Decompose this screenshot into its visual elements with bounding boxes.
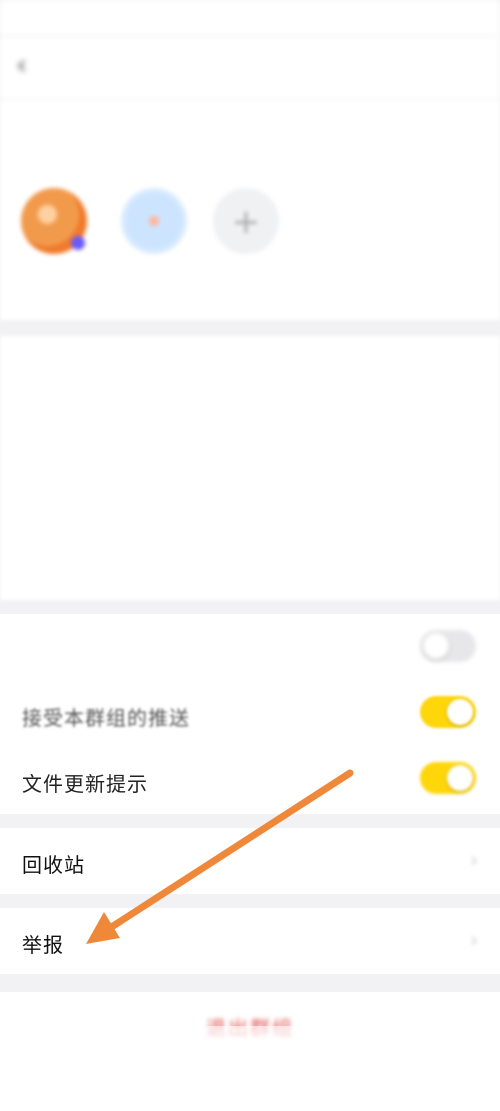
report-label: 举报 xyxy=(22,933,64,957)
member-badge-icon xyxy=(71,236,85,250)
bottom-fade xyxy=(0,1026,500,1111)
info-row[interactable] xyxy=(0,534,500,600)
push-notification-label: 接受本群组的推送 xyxy=(22,706,190,730)
status-bar xyxy=(0,0,500,36)
toggle-knob xyxy=(447,765,473,791)
chevron-right-icon: › xyxy=(470,848,478,872)
setting-toggle-1[interactable] xyxy=(420,630,476,662)
file-update-row: 文件更新提示 xyxy=(0,746,500,812)
avatar xyxy=(21,188,87,254)
toggle-knob xyxy=(423,633,449,659)
add-member-avatar: + xyxy=(213,188,279,254)
recycle-bin-label: 回收站 xyxy=(22,853,85,877)
push-notification-toggle[interactable] xyxy=(420,696,476,728)
settings-section: 接受本群组的推送 文件更新提示 xyxy=(0,614,500,814)
recycle-bin-item[interactable]: 回收站 › xyxy=(0,828,500,894)
back-icon[interactable]: ‹ xyxy=(16,48,27,81)
info-row[interactable] xyxy=(0,336,500,402)
member-avatar-1[interactable] xyxy=(12,188,96,266)
avatar xyxy=(121,188,187,254)
push-notification-row: 接受本群组的推送 xyxy=(0,680,500,746)
group-info-section xyxy=(0,336,500,600)
top-nav: ‹ xyxy=(0,36,500,100)
info-row[interactable] xyxy=(0,468,500,534)
member-avatar-2[interactable] xyxy=(112,188,196,266)
toggle-knob xyxy=(447,699,473,725)
info-row[interactable] xyxy=(0,402,500,468)
file-update-label: 文件更新提示 xyxy=(22,772,148,796)
add-member-button[interactable]: + xyxy=(204,188,288,266)
chevron-right-icon: › xyxy=(470,928,478,952)
members-section: + xyxy=(0,100,500,320)
file-update-toggle[interactable] xyxy=(420,762,476,794)
setting-row-1 xyxy=(0,614,500,680)
report-item[interactable]: 举报 › xyxy=(0,908,500,974)
plus-icon: + xyxy=(231,202,261,242)
